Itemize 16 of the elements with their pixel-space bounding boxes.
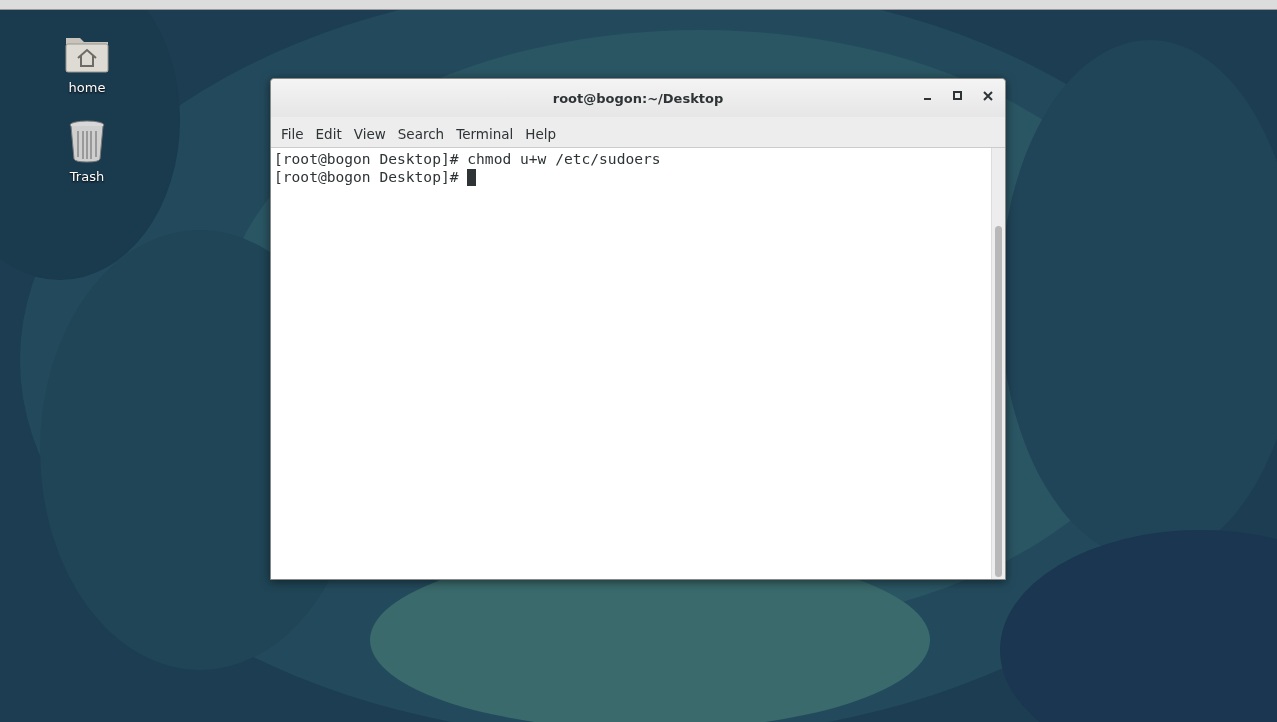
desktop-icon-label: Trash xyxy=(69,169,105,184)
maximize-icon[interactable] xyxy=(951,89,965,103)
menu-item[interactable]: Terminal xyxy=(450,126,520,142)
terminal-line: [root@bogon Desktop]# chmod u+w /etc/sudoers xyxy=(274,150,661,168)
trash-icon[interactable] xyxy=(67,119,107,163)
close-icon[interactable] xyxy=(981,89,995,103)
menu-item[interactable]: View xyxy=(347,126,392,142)
menu-item[interactable]: File xyxy=(275,126,310,142)
terminal-line: [root@bogon Desktop]# xyxy=(274,168,460,186)
desktop-icon-label: home xyxy=(68,80,106,95)
window-title: root@bogon:~/Desktop xyxy=(552,90,724,106)
scrollbar[interactable] xyxy=(991,148,1005,579)
scrollbar-thumb[interactable] xyxy=(995,226,1002,577)
menu-item[interactable]: Search xyxy=(391,126,451,142)
menu-item[interactable]: Help xyxy=(519,126,563,142)
menu-item[interactable]: Edit xyxy=(309,126,348,142)
